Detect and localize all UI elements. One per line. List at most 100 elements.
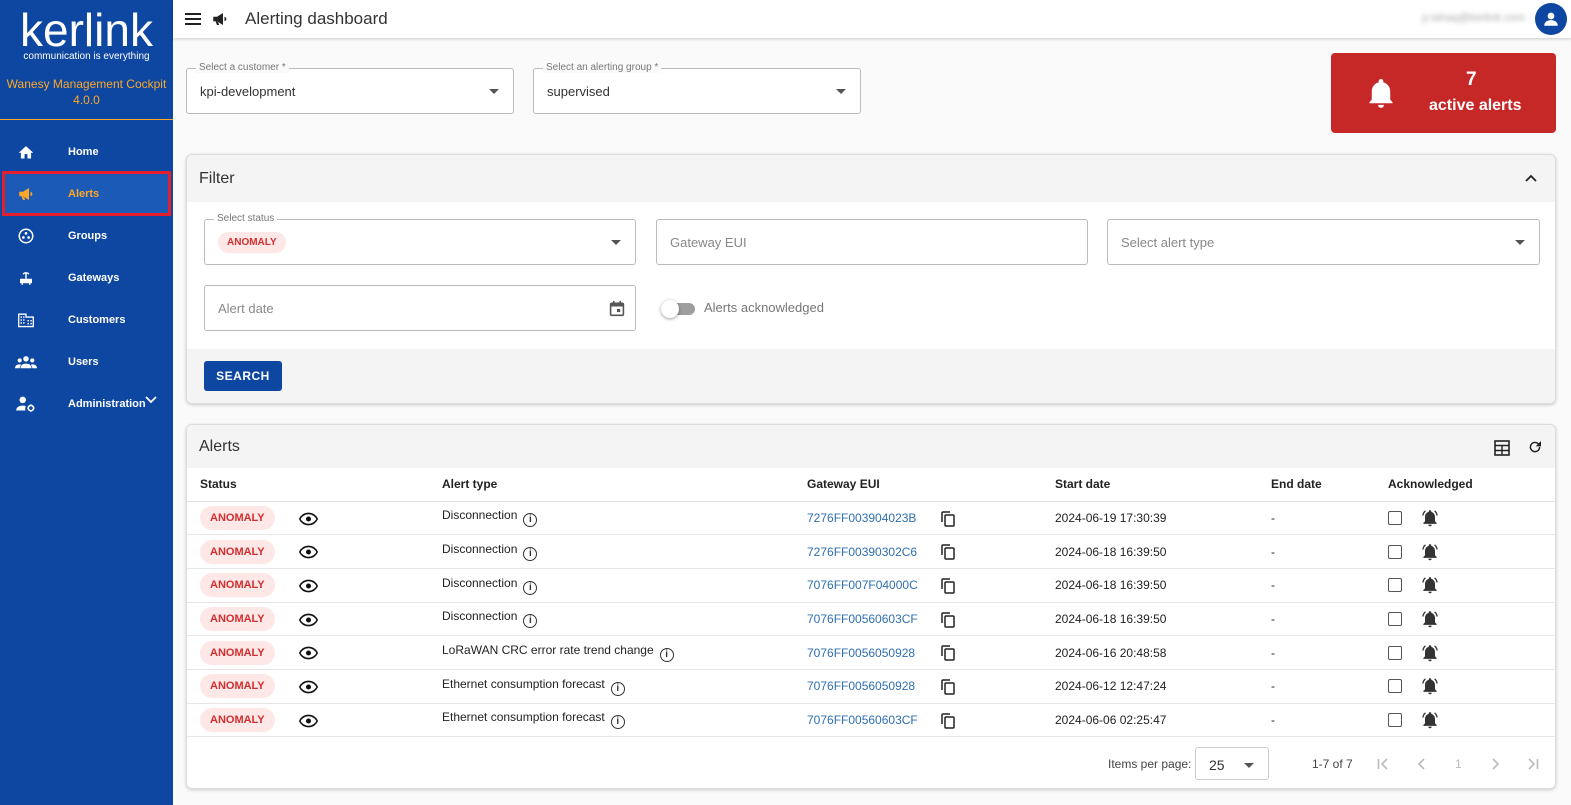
sidebar-item-label: Groups [68,229,108,242]
gateway-icon [14,268,38,288]
acknowledge-checkbox[interactable] [1388,510,1402,525]
copy-icon[interactable] [941,510,955,527]
column-header-end-date[interactable]: End date [1271,468,1388,502]
eye-icon[interactable] [299,714,318,728]
sidebar-item-groups[interactable]: Groups [4,215,169,256]
sidebar-item-administration[interactable]: Administration [4,383,169,424]
bell-ring-icon[interactable] [1420,508,1440,528]
eye-icon[interactable] [299,680,318,694]
copy-icon[interactable] [941,679,955,695]
sidebar-item-gateways[interactable]: Gateways [4,257,169,298]
active-alerts-label: active alerts [1429,97,1522,114]
logo: kerlink communication is everything Wane… [0,0,173,120]
next-page-icon[interactable] [1492,758,1500,770]
chevron-up-icon[interactable] [1525,174,1537,182]
eye-icon[interactable] [299,579,318,593]
page-size-select[interactable]: 25 [1195,747,1269,780]
column-header-alert-type[interactable]: Alert type [442,468,807,502]
admin-icon [14,394,38,414]
sidebar-item-label: Gateways [68,271,120,284]
alert-type-select[interactable]: Select alert type [1107,219,1540,265]
first-page-icon[interactable] [1377,758,1389,770]
bell-icon [1369,79,1393,108]
bell-ring-icon[interactable] [1420,542,1440,562]
gateway-eui-link[interactable]: 7076FF0056050928 [807,646,915,660]
gateway-eui-link[interactable]: 7276FF003904023B [807,511,916,525]
alert-type: LoRaWAN CRC error rate trend change [442,643,654,658]
refresh-icon[interactable] [1527,439,1543,455]
gateway-eui-link[interactable]: 7276FF00390302C6 [807,545,917,559]
bell-ring-icon[interactable] [1420,609,1440,629]
eye-icon[interactable] [299,512,318,526]
page-range: 1-7 of 7 [1312,757,1353,771]
last-page-icon[interactable] [1527,758,1539,770]
sidebar-item-label: Administration [68,397,146,410]
user-email: p.lahaq@kerlink.com [1422,12,1525,24]
bell-ring-icon[interactable] [1420,676,1440,696]
alerting-group-select[interactable]: Select an alerting group * supervised [533,62,861,114]
acknowledge-checkbox[interactable] [1388,645,1402,660]
copy-icon[interactable] [941,578,955,594]
sidebar-item-home[interactable]: Home [4,131,169,172]
copy-icon[interactable] [941,712,955,729]
gateway-eui-placeholder: Gateway EUI [670,235,747,250]
column-header-gateway-eui[interactable]: Gateway EUI [807,468,1055,502]
info-icon[interactable]: i [610,681,625,696]
info-icon[interactable]: i [523,614,538,629]
sidebar-item-customers[interactable]: Customers [4,299,169,340]
info-icon[interactable]: i [610,715,625,730]
copy-icon[interactable] [941,611,955,628]
calendar-icon[interactable] [609,300,625,317]
acknowledge-checkbox[interactable] [1388,679,1402,694]
gateway-eui-input[interactable]: Gateway EUI [656,219,1088,265]
alert-type: Ethernet consumption forecast [442,676,605,691]
customer-select[interactable]: Select a customer * kpi-development [186,62,514,114]
info-icon[interactable]: i [523,513,538,528]
alert-type: Disconnection [442,609,518,624]
users-icon [14,352,38,372]
table-header-row: Status Alert type Gateway EUI Start date… [187,468,1555,502]
acknowledge-checkbox[interactable] [1388,712,1402,727]
gateway-eui-link[interactable]: 7076FF0056050928 [807,679,915,693]
acknowledge-checkbox[interactable] [1388,578,1402,593]
copy-icon[interactable] [941,544,955,560]
active-alerts-card[interactable]: 7 active alerts [1331,53,1556,133]
user-avatar-button[interactable] [1535,3,1567,35]
alert-date-input[interactable]: Alert date [204,285,636,331]
previous-page-icon[interactable] [1417,758,1425,770]
bell-ring-icon[interactable] [1420,710,1440,730]
table-columns-icon[interactable] [1494,440,1510,456]
sidebar-item-users[interactable]: Users [4,341,169,382]
filter-header[interactable]: Filter [187,155,1555,202]
gateway-eui-link[interactable]: 7076FF007F04000C [807,578,918,592]
table-row: ANOMALY Ethernet consumption forecast i 7… [187,669,1555,704]
sidebar-item-alerts[interactable]: Alerts [2,171,171,216]
filter-title: Filter [199,169,235,187]
status-select[interactable]: Select status ANOMALY [204,213,636,265]
eye-icon[interactable] [299,646,318,660]
info-icon[interactable]: i [659,648,674,663]
bell-ring-icon[interactable] [1420,643,1440,663]
info-icon[interactable]: i [523,580,538,595]
sidebar-item-label: Alerts [68,187,100,200]
hamburger-menu-icon[interactable] [185,12,201,26]
acknowledge-checkbox[interactable] [1388,611,1402,626]
eye-icon[interactable] [299,545,318,559]
status-chip[interactable]: ANOMALY [218,232,286,253]
column-header-acknowledged[interactable]: Acknowledged [1388,468,1555,502]
gateway-eui-link[interactable]: 7076FF00560603CF [807,612,918,626]
search-button[interactable]: SEARCH [204,361,282,391]
acknowledged-toggle[interactable] [661,300,695,318]
column-header-status[interactable]: Status [187,468,442,502]
start-date: 2024-06-06 02:25:47 [1055,703,1271,738]
chevron-down-icon[interactable] [145,396,157,404]
end-date: - [1271,602,1388,637]
bell-ring-icon[interactable] [1420,575,1440,595]
info-icon[interactable]: i [523,547,538,562]
status-badge: ANOMALY [200,539,275,564]
copy-icon[interactable] [941,645,955,661]
column-header-start-date[interactable]: Start date [1055,468,1271,502]
acknowledge-checkbox[interactable] [1388,544,1402,559]
eye-icon[interactable] [299,613,318,627]
gateway-eui-link[interactable]: 7076FF00560603CF [807,713,918,727]
